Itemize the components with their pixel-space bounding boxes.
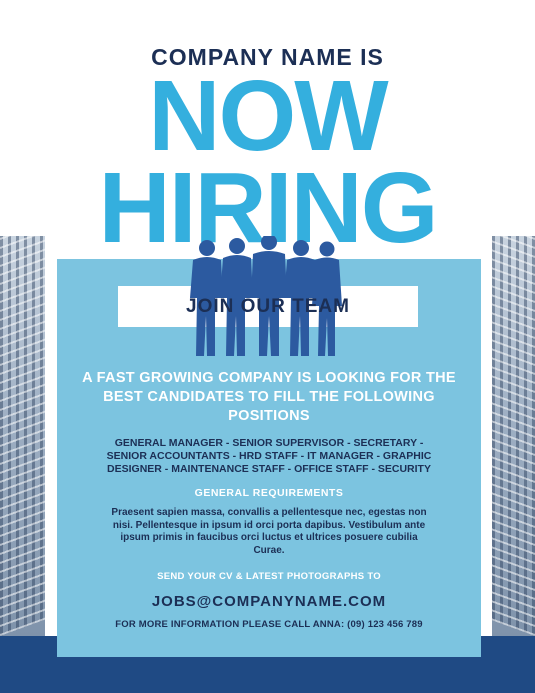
headline-now: NOW	[148, 60, 388, 172]
requirements-title: GENERAL REQUIREMENTS	[194, 487, 344, 499]
building-photo-left	[0, 236, 45, 636]
contact-email: JOBS@COMPANYNAME.COM	[151, 593, 387, 610]
send-cv-line: SEND YOUR CV & LATEST PHOTOGRAPHS TO	[157, 571, 381, 582]
call-info-line: FOR MORE INFORMATION PLEASE CALL ANNA: (…	[115, 619, 423, 630]
positions-list: GENERAL MANAGER - SENIOR SUPERVISOR - SE…	[106, 437, 432, 475]
building-photo-right	[492, 236, 535, 636]
requirements-body: Praesent sapien massa, convallis a pelle…	[111, 507, 427, 556]
intro-text: A FAST GROWING COMPANY IS LOOKING FOR TH…	[82, 370, 456, 424]
join-our-team-label: JOIN OUR TEAM	[186, 296, 350, 317]
